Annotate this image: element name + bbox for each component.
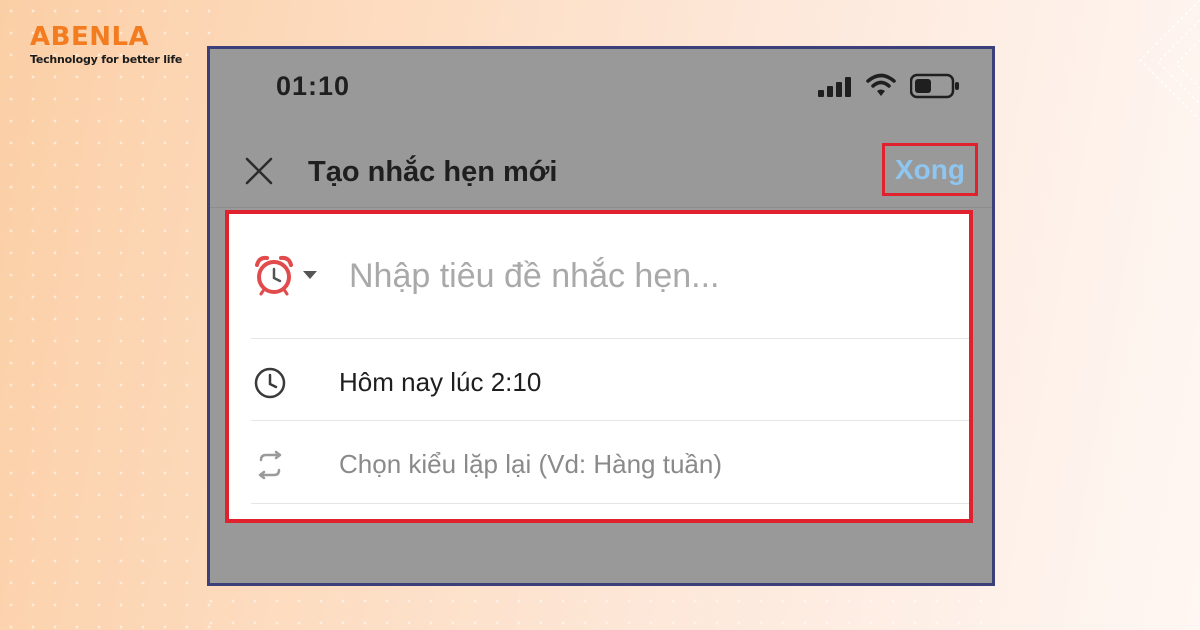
phone-screenshot: 01:10 Tạo nhắc hẹn mới Xong Nhập tiêu đề… — [207, 46, 995, 586]
status-bar: 01:10 — [210, 49, 992, 129]
header-divider — [210, 207, 992, 208]
reminder-title-input[interactable] — [347, 250, 941, 302]
done-button[interactable]: Xong — [882, 143, 978, 196]
page-title: Tạo nhắc hẹn mới — [308, 156, 558, 188]
row-divider — [251, 338, 969, 339]
repeat-icon — [258, 450, 282, 480]
clock-icon — [254, 367, 286, 399]
reminder-time-row[interactable]: Hôm nay lúc 2:10 — [229, 340, 969, 420]
row-divider — [251, 503, 969, 504]
row-divider — [251, 420, 969, 421]
wifi-icon — [866, 73, 896, 96]
brand-tagline: Technology for better life — [30, 53, 183, 66]
reminder-time-label: Hôm nay lúc 2:10 — [339, 367, 542, 397]
alarm-clock-icon[interactable] — [253, 254, 295, 296]
reminder-repeat-label: Chọn kiểu lặp lại (Vd: Hàng tuần) — [339, 449, 723, 479]
brand-name: ABENLA — [30, 22, 150, 52]
reminder-repeat-row[interactable]: Chọn kiểu lặp lại (Vd: Hàng tuần) — [229, 422, 969, 502]
close-icon[interactable] — [244, 156, 274, 186]
decorative-diamond-pattern — [1138, 0, 1200, 121]
background-dot-pattern — [0, 0, 220, 630]
reminder-title-row — [229, 214, 969, 334]
chevron-down-icon[interactable] — [303, 271, 317, 280]
brand-logo: ABENLA Technology for better life — [30, 22, 182, 66]
navigation-bar: Tạo nhắc hẹn mới — [210, 144, 992, 204]
battery-icon — [910, 73, 959, 99]
signal-icon — [818, 77, 851, 97]
status-time: 01:10 — [276, 71, 351, 101]
reminder-form: Hôm nay lúc 2:10 Chọn kiểu lặp lại (Vd: … — [225, 210, 973, 523]
background-dot-pattern-bottom — [200, 590, 1000, 630]
